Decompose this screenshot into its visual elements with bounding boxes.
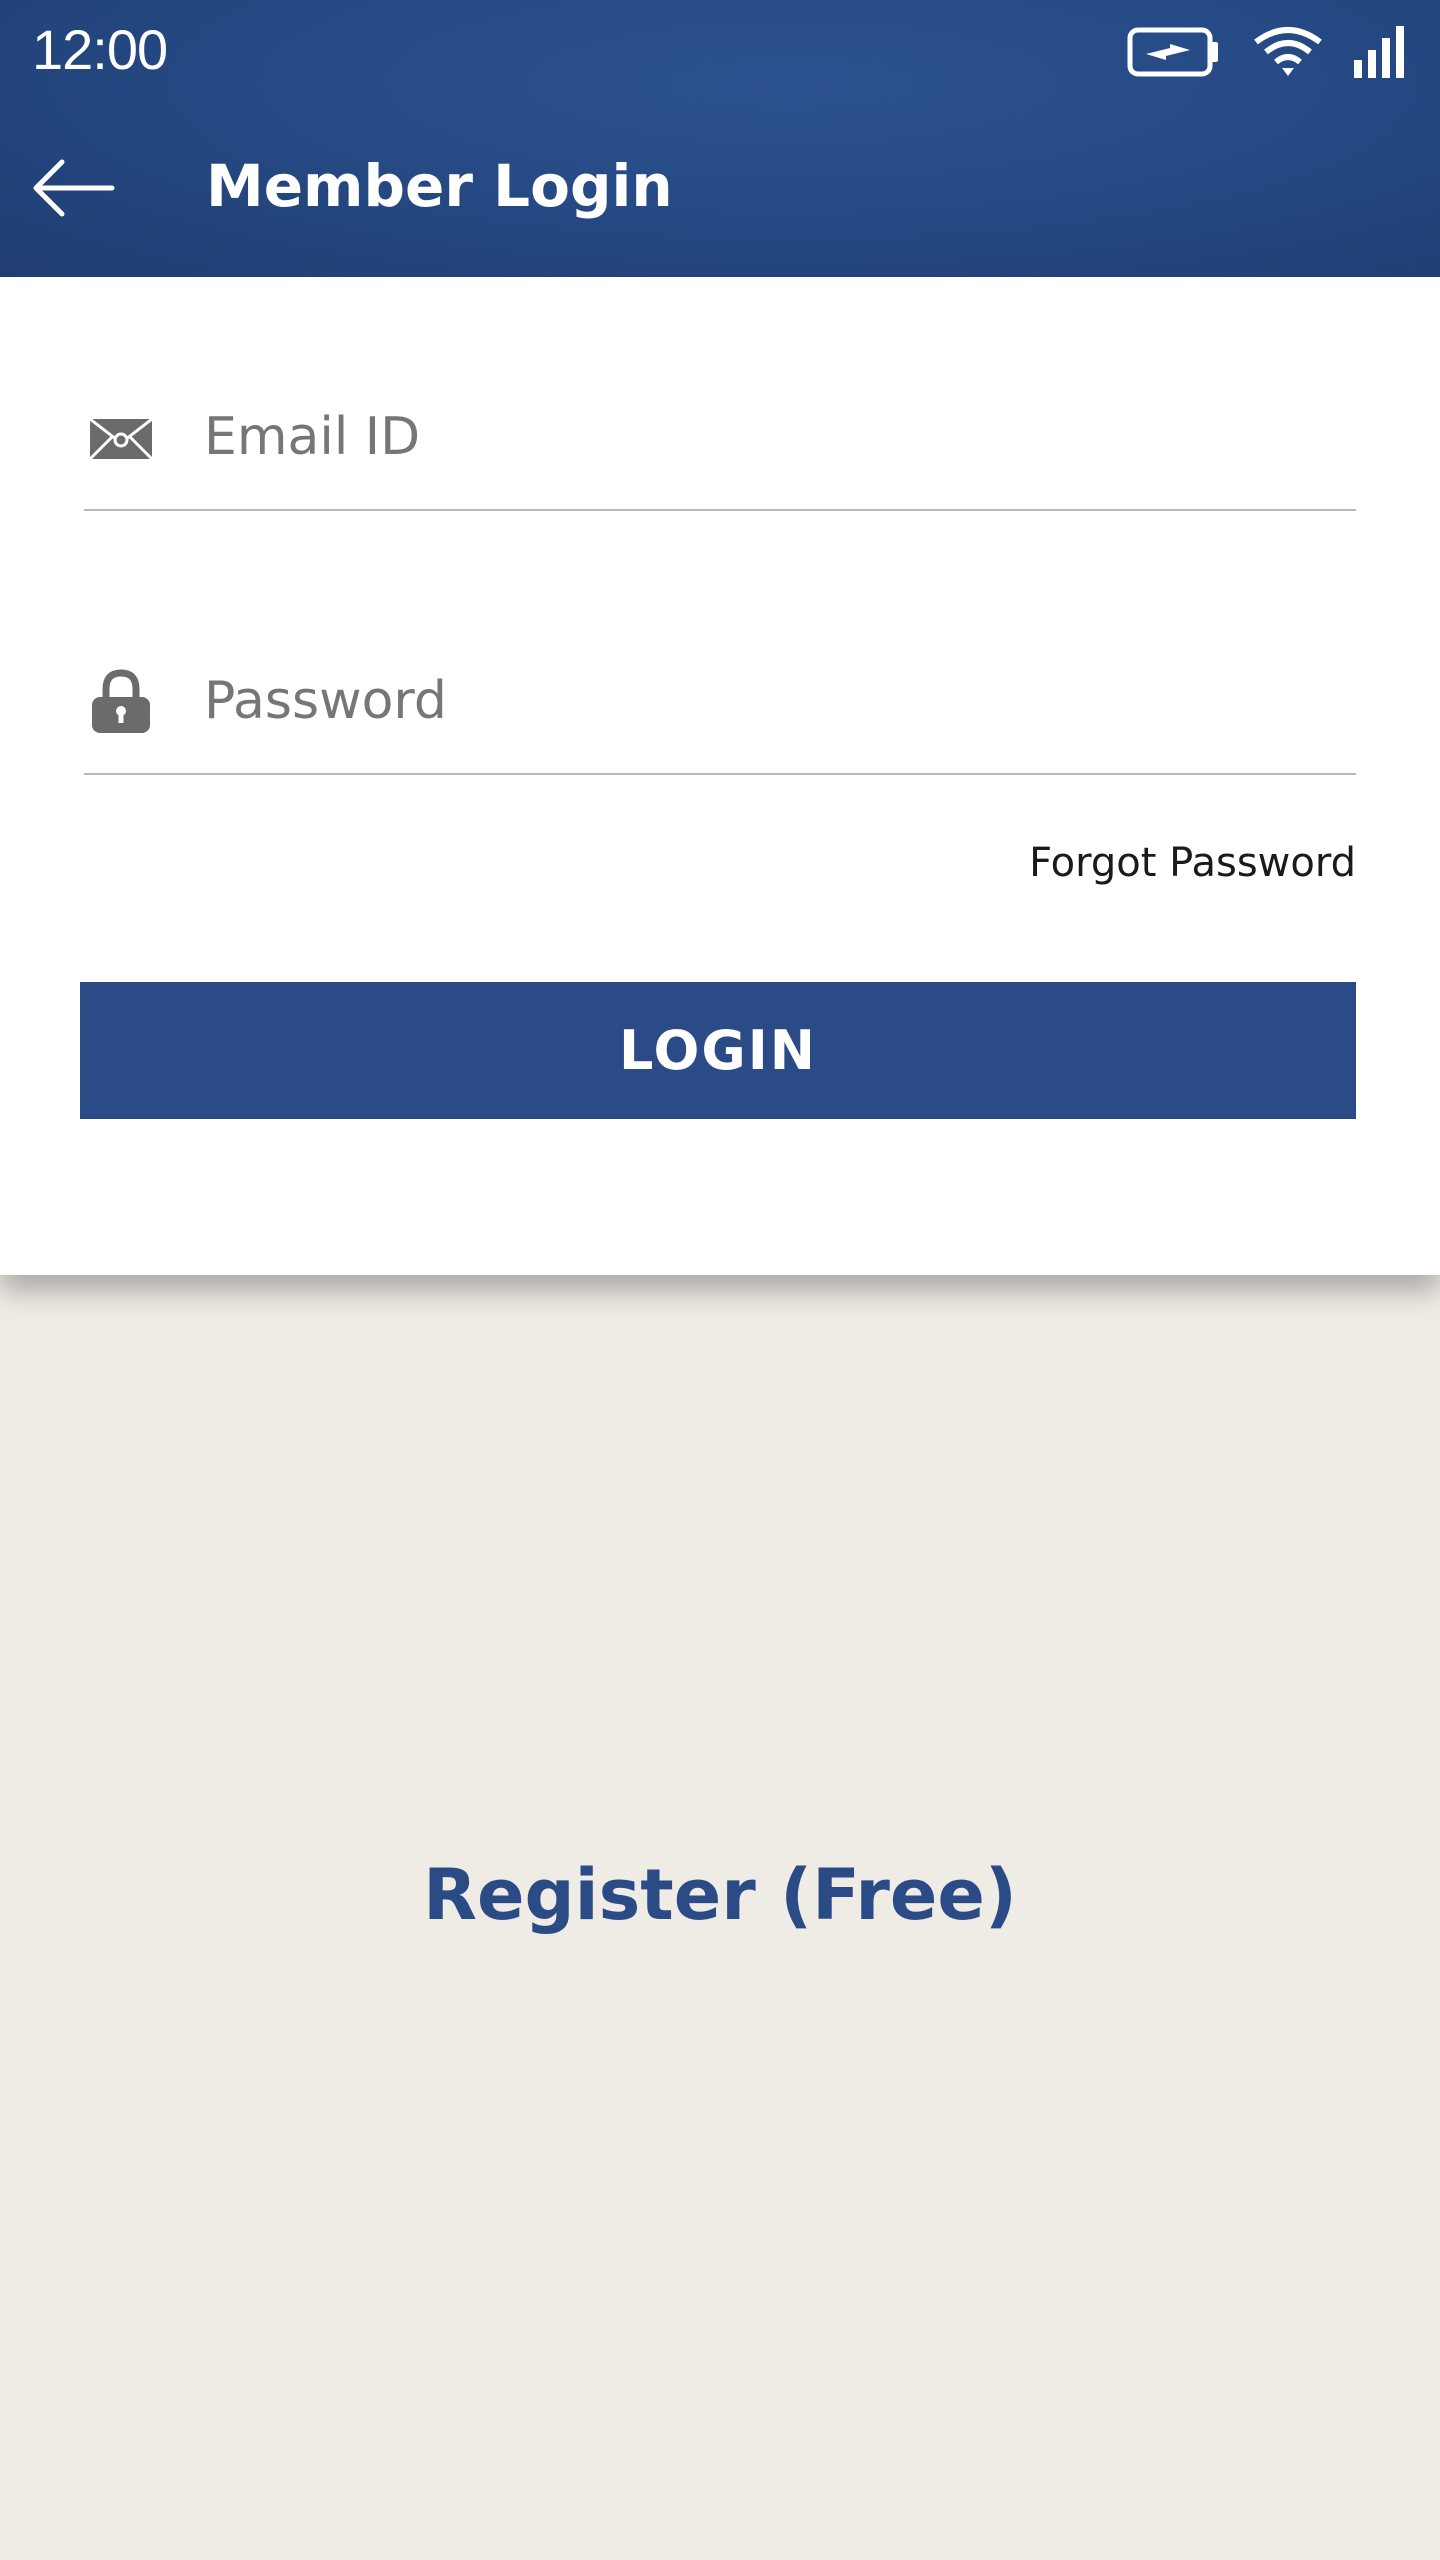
email-field <box>84 363 1356 511</box>
register-link[interactable]: Register (Free) <box>0 1850 1440 1940</box>
password-input[interactable] <box>204 627 1344 775</box>
back-button[interactable] <box>32 146 132 230</box>
arrow-left-icon <box>33 159 115 217</box>
login-card: Forgot Password LOGIN <box>0 277 1440 1275</box>
email-input[interactable] <box>204 363 1344 511</box>
status-time: 12:00 <box>32 18 168 81</box>
lock-icon <box>88 669 154 735</box>
page-title: Member Login <box>206 152 673 220</box>
login-button[interactable]: LOGIN <box>80 982 1356 1119</box>
password-field <box>84 627 1356 775</box>
wifi-icon <box>1252 24 1324 80</box>
envelope-icon <box>88 413 154 465</box>
app-header: 12:00 Member Login <box>0 0 1440 277</box>
forgot-password-link[interactable]: Forgot Password <box>1029 833 1356 893</box>
battery-charging-icon <box>1126 24 1222 80</box>
cell-signal-icon <box>1352 24 1408 80</box>
status-icons <box>1126 16 1408 88</box>
